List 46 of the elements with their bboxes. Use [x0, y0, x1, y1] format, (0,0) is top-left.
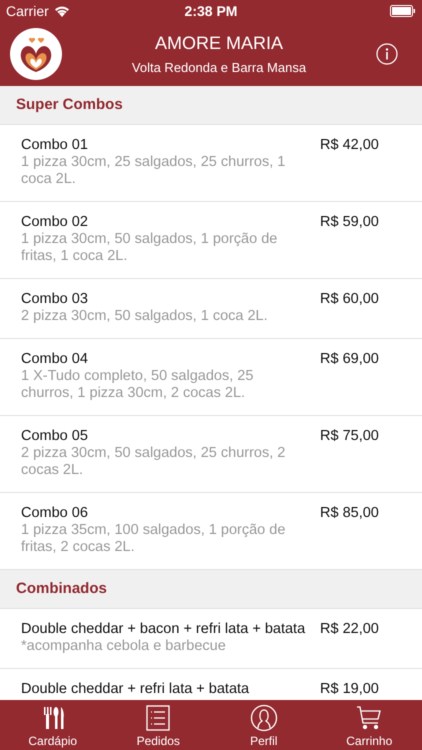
section-header: Super Combos [0, 86, 422, 125]
item-description: 2 pizza 30cm, 50 salgados, 1 coca 2L. [21, 308, 269, 325]
tab-button[interactable]: Perfil [211, 700, 316, 750]
item-price: R$ 59,00 [320, 214, 380, 232]
list-icon [144, 704, 172, 732]
item-name: Double cheddar + bacon + refri lata + batata [21, 621, 306, 638]
item-description: 1 pizza 30cm, 50 salgados, 1 porção de fritas, 1 coca 2L. [21, 231, 278, 265]
item-description: *acompanha cebola e barbecue [21, 638, 227, 655]
item-name: Combo 01 [21, 137, 89, 154]
item-price: R$ 85,00 [320, 505, 380, 523]
menu-item[interactable]: Combo 01 1 pizza 30cm, 25 salgados, 25 churros, 1 coca 2L. R$ 42,00 [0, 125, 422, 202]
tab-button[interactable]: Carrinho [316, 700, 422, 750]
battery-icon [390, 5, 416, 17]
tab-button[interactable]: Cardápio [0, 700, 106, 750]
tab-button[interactable]: Pedidos [106, 700, 211, 750]
wifi-icon [54, 5, 70, 17]
logo [10, 28, 62, 80]
item-description: 1 pizza 30cm, 25 salgados, 25 churros, 1 coca 2L. [21, 154, 286, 188]
menu-item[interactable]: Combo 05 2 pizza 30cm, 50 salgados, 25 churros, 2 cocas 2L. R$ 75,00 [0, 416, 422, 493]
item-name: Combo 05 [21, 428, 89, 445]
item-price: R$ 69,00 [320, 351, 380, 369]
app-title: AMORE MARIA [154, 33, 283, 54]
item-price: R$ 42,00 [320, 137, 380, 155]
menu-item[interactable]: Combo 03 2 pizza 30cm, 50 salgados, 1 coca 2L. R$ 60,00 [0, 279, 422, 339]
item-name: Combo 03 [21, 291, 89, 308]
item-price: R$ 60,00 [320, 291, 380, 309]
item-description: 1 pizza 35cm, 100 salgados, 1 porção de fritas, 2 cocas 2L. [21, 522, 286, 556]
person-icon [250, 704, 278, 732]
clock-time: 2:38 PM [184, 3, 238, 19]
section-header: Combinados [0, 570, 422, 609]
info-icon[interactable] [376, 43, 398, 65]
menu-item[interactable]: Combo 04 1 X-Tudo completo, 50 salgados, 25 churros, 1 pizza 30cm, 2 cocas 2L. R$ 69,00 [0, 339, 422, 416]
item-price: R$ 75,00 [320, 428, 380, 446]
item-name: Combo 02 [21, 214, 89, 231]
carrier-label: Carrier [6, 3, 49, 19]
item-description: 2 pizza 30cm, 50 salgados, 25 churros, 2 cocas 2L. [21, 445, 286, 479]
item-price: R$ 22,00 [320, 621, 380, 639]
cart-icon [355, 704, 384, 732]
menu-item[interactable]: Combo 02 1 pizza 30cm, 50 salgados, 1 porção de fritas, 1 coca 2L. R$ 59,00 [0, 202, 422, 279]
item-name: Double cheddar + refri lata + batata [21, 681, 250, 698]
menu-item[interactable]: Double cheddar + bacon + refri lata + batata *acompanha cebola e barbecue R$ 22,00 [0, 609, 422, 669]
item-name: Combo 06 [21, 505, 89, 522]
app-subtitle: Volta Redonda e Barra Mansa [132, 60, 306, 75]
item-name: Combo 04 [21, 351, 89, 368]
item-description: 1 X-Tudo completo, 50 salgados, 25 churros, 1 pizza 30cm, 2 cocas 2L. [21, 368, 254, 402]
item-price: R$ 19,00 [320, 681, 380, 698]
